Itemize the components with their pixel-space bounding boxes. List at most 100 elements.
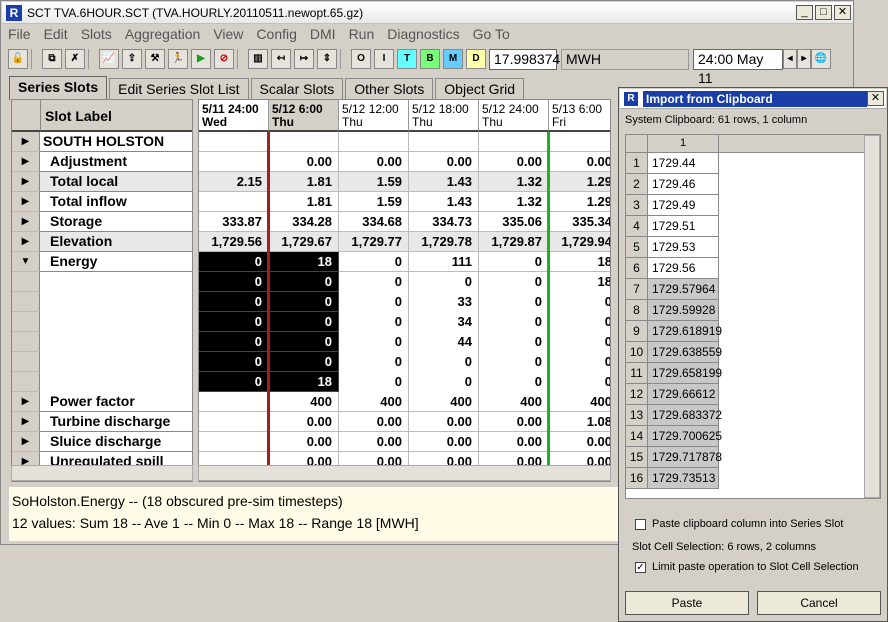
clipboard-value[interactable]: 1729.57964	[648, 279, 719, 300]
grid-cell[interactable]: 0	[549, 352, 610, 372]
grid-cell[interactable]	[199, 392, 269, 412]
menu-aggregation[interactable]: Aggregation	[125, 26, 201, 42]
expand-arrow-icon[interactable]: ▶	[12, 152, 40, 172]
label-row[interactable]	[12, 352, 192, 372]
label-row[interactable]	[12, 272, 192, 292]
grid-cell[interactable]: 0	[199, 372, 269, 392]
expand-arrow-icon[interactable]: ▶	[12, 172, 40, 192]
label-row[interactable]: ▶ Total inflow	[12, 192, 192, 212]
grid-cell[interactable]: 0	[199, 292, 269, 312]
label-row[interactable]: ▼ Energy	[12, 252, 192, 272]
grid-cell[interactable]: 0	[549, 372, 610, 392]
lock-icon[interactable]: 🔓	[8, 49, 28, 69]
maximize-button[interactable]: □	[815, 5, 832, 20]
plot-icon[interactable]: 📈	[99, 49, 119, 69]
grid-cell[interactable]	[549, 132, 610, 152]
o-flag-icon[interactable]: O	[351, 49, 371, 69]
grid-cell[interactable]: 1.81	[269, 192, 339, 212]
slot-label-header[interactable]: Slot Label	[40, 100, 192, 132]
tab-series-slots[interactable]: Series Slots	[9, 76, 108, 100]
clipboard-row[interactable]: 2 1729.46	[626, 174, 866, 195]
clipboard-col-header[interactable]: 1	[648, 135, 719, 153]
clipboard-row[interactable]: 13 1729.683372	[626, 405, 866, 426]
export-icon[interactable]: ⇪	[122, 49, 142, 69]
grid-cell[interactable]	[199, 432, 269, 452]
grid-cell[interactable]: 0	[339, 252, 409, 272]
grid-cell[interactable]: 0	[479, 312, 549, 332]
grid-cell[interactable]: 0	[339, 292, 409, 312]
grid-cell[interactable]: 2.15	[199, 172, 269, 192]
menu-edit[interactable]: Edit	[44, 26, 68, 42]
grid-cell[interactable]: 334.28	[269, 212, 339, 232]
column-header[interactable]: 5/12 18:00 Thu	[409, 100, 479, 132]
clipboard-row[interactable]: 16 1729.73513	[626, 468, 866, 489]
grid-hscrollbar[interactable]	[198, 465, 611, 481]
title-bar[interactable]: R SCT TVA.6HOUR.SCT (TVA.HOURLY.20110511…	[2, 2, 853, 24]
paste-button[interactable]: Paste	[625, 591, 749, 615]
limit-paste-checkbox[interactable]: ✓	[635, 561, 646, 573]
paste-into-series-option[interactable]: Paste clipboard column into Series Slot	[635, 518, 843, 530]
grid-cell[interactable]: 18	[269, 372, 339, 392]
menu-slots[interactable]: Slots	[81, 26, 112, 42]
expand-arrow-icon[interactable]: ▶	[12, 132, 40, 152]
clipboard-row[interactable]: 11 1729.658199	[626, 363, 866, 384]
clipboard-value[interactable]: 1729.638559	[648, 342, 722, 363]
grid-cell[interactable]: 0	[269, 352, 339, 372]
label-row[interactable]: ▶ Adjustment	[12, 152, 192, 172]
label-hscrollbar[interactable]	[11, 465, 193, 481]
grid-cell[interactable]: 0	[199, 252, 269, 272]
grid-cell[interactable]: 400	[549, 392, 610, 412]
grid-cell[interactable]: 0	[479, 372, 549, 392]
grid-cell[interactable]: 0	[479, 332, 549, 352]
row-gutter[interactable]	[12, 272, 40, 292]
grid-cell[interactable]: 0	[199, 352, 269, 372]
menu-dmi[interactable]: DMI	[310, 26, 336, 42]
dialog-title-bar[interactable]: R Import from Clipboard ✕	[620, 89, 886, 109]
expand-arrow-icon[interactable]: ▶	[12, 232, 40, 252]
row-gutter[interactable]	[12, 312, 40, 332]
label-row[interactable]	[12, 332, 192, 352]
column-header[interactable]: 5/12 6:00 Thu	[269, 100, 339, 132]
grid-cell[interactable]: 333.87	[199, 212, 269, 232]
clipboard-row[interactable]: 5 1729.53	[626, 237, 866, 258]
clipboard-value[interactable]: 1729.49	[648, 195, 719, 216]
clipboard-row[interactable]: 7 1729.57964	[626, 279, 866, 300]
collapse-arrow-icon[interactable]: ▼	[12, 252, 40, 272]
clipboard-value[interactable]: 1729.683372	[648, 405, 722, 426]
menu-go-to[interactable]: Go To	[473, 26, 510, 42]
row-gutter[interactable]	[12, 372, 40, 392]
grid-cell[interactable]: 0.00	[549, 152, 610, 172]
grid-cell[interactable]: 34	[409, 312, 479, 332]
clipboard-value[interactable]: 1729.59928	[648, 300, 719, 321]
clipboard-value[interactable]: 1729.46	[648, 174, 719, 195]
clipboard-value[interactable]: 1729.618919	[648, 321, 722, 342]
grid-cell[interactable]	[199, 152, 269, 172]
grid-cell[interactable]: 334.73	[409, 212, 479, 232]
grid-cell[interactable]: 0	[199, 312, 269, 332]
grid-cell[interactable]: 0	[479, 352, 549, 372]
clipboard-row[interactable]: 3 1729.49	[626, 195, 866, 216]
grid-cell[interactable]: 0	[269, 292, 339, 312]
grid-cell[interactable]: 0.00	[409, 412, 479, 432]
clipboard-row[interactable]: 10 1729.638559	[626, 342, 866, 363]
grid-cell[interactable]: 0	[409, 272, 479, 292]
label-row[interactable]: ▶ Total local	[12, 172, 192, 192]
clipboard-value[interactable]: 1729.66612	[648, 384, 719, 405]
clipboard-value[interactable]: 1729.73513	[648, 468, 719, 489]
clipboard-row[interactable]: 1 1729.44	[626, 153, 866, 174]
grid-cell[interactable]: 0.00	[269, 152, 339, 172]
grid-cell[interactable]: 400	[409, 392, 479, 412]
label-row[interactable]: ▶ SOUTH HOLSTON	[12, 132, 192, 152]
grid-cell[interactable]: 0	[199, 272, 269, 292]
expand-arrow-icon[interactable]: ▶	[12, 212, 40, 232]
grid-cell[interactable]: 1.29	[549, 192, 610, 212]
clipboard-row[interactable]: 6 1729.56	[626, 258, 866, 279]
paste-into-series-checkbox[interactable]	[635, 518, 646, 530]
grid-cell[interactable]: 0.00	[409, 432, 479, 452]
grid-cell[interactable]: 1.81	[269, 172, 339, 192]
grid-cell[interactable]: 400	[479, 392, 549, 412]
grid-cell[interactable]: 1,729.77	[339, 232, 409, 252]
clipboard-row[interactable]: 9 1729.618919	[626, 321, 866, 342]
label-row[interactable]: ▶ Power factor	[12, 392, 192, 412]
grid-cell[interactable]: 334.68	[339, 212, 409, 232]
